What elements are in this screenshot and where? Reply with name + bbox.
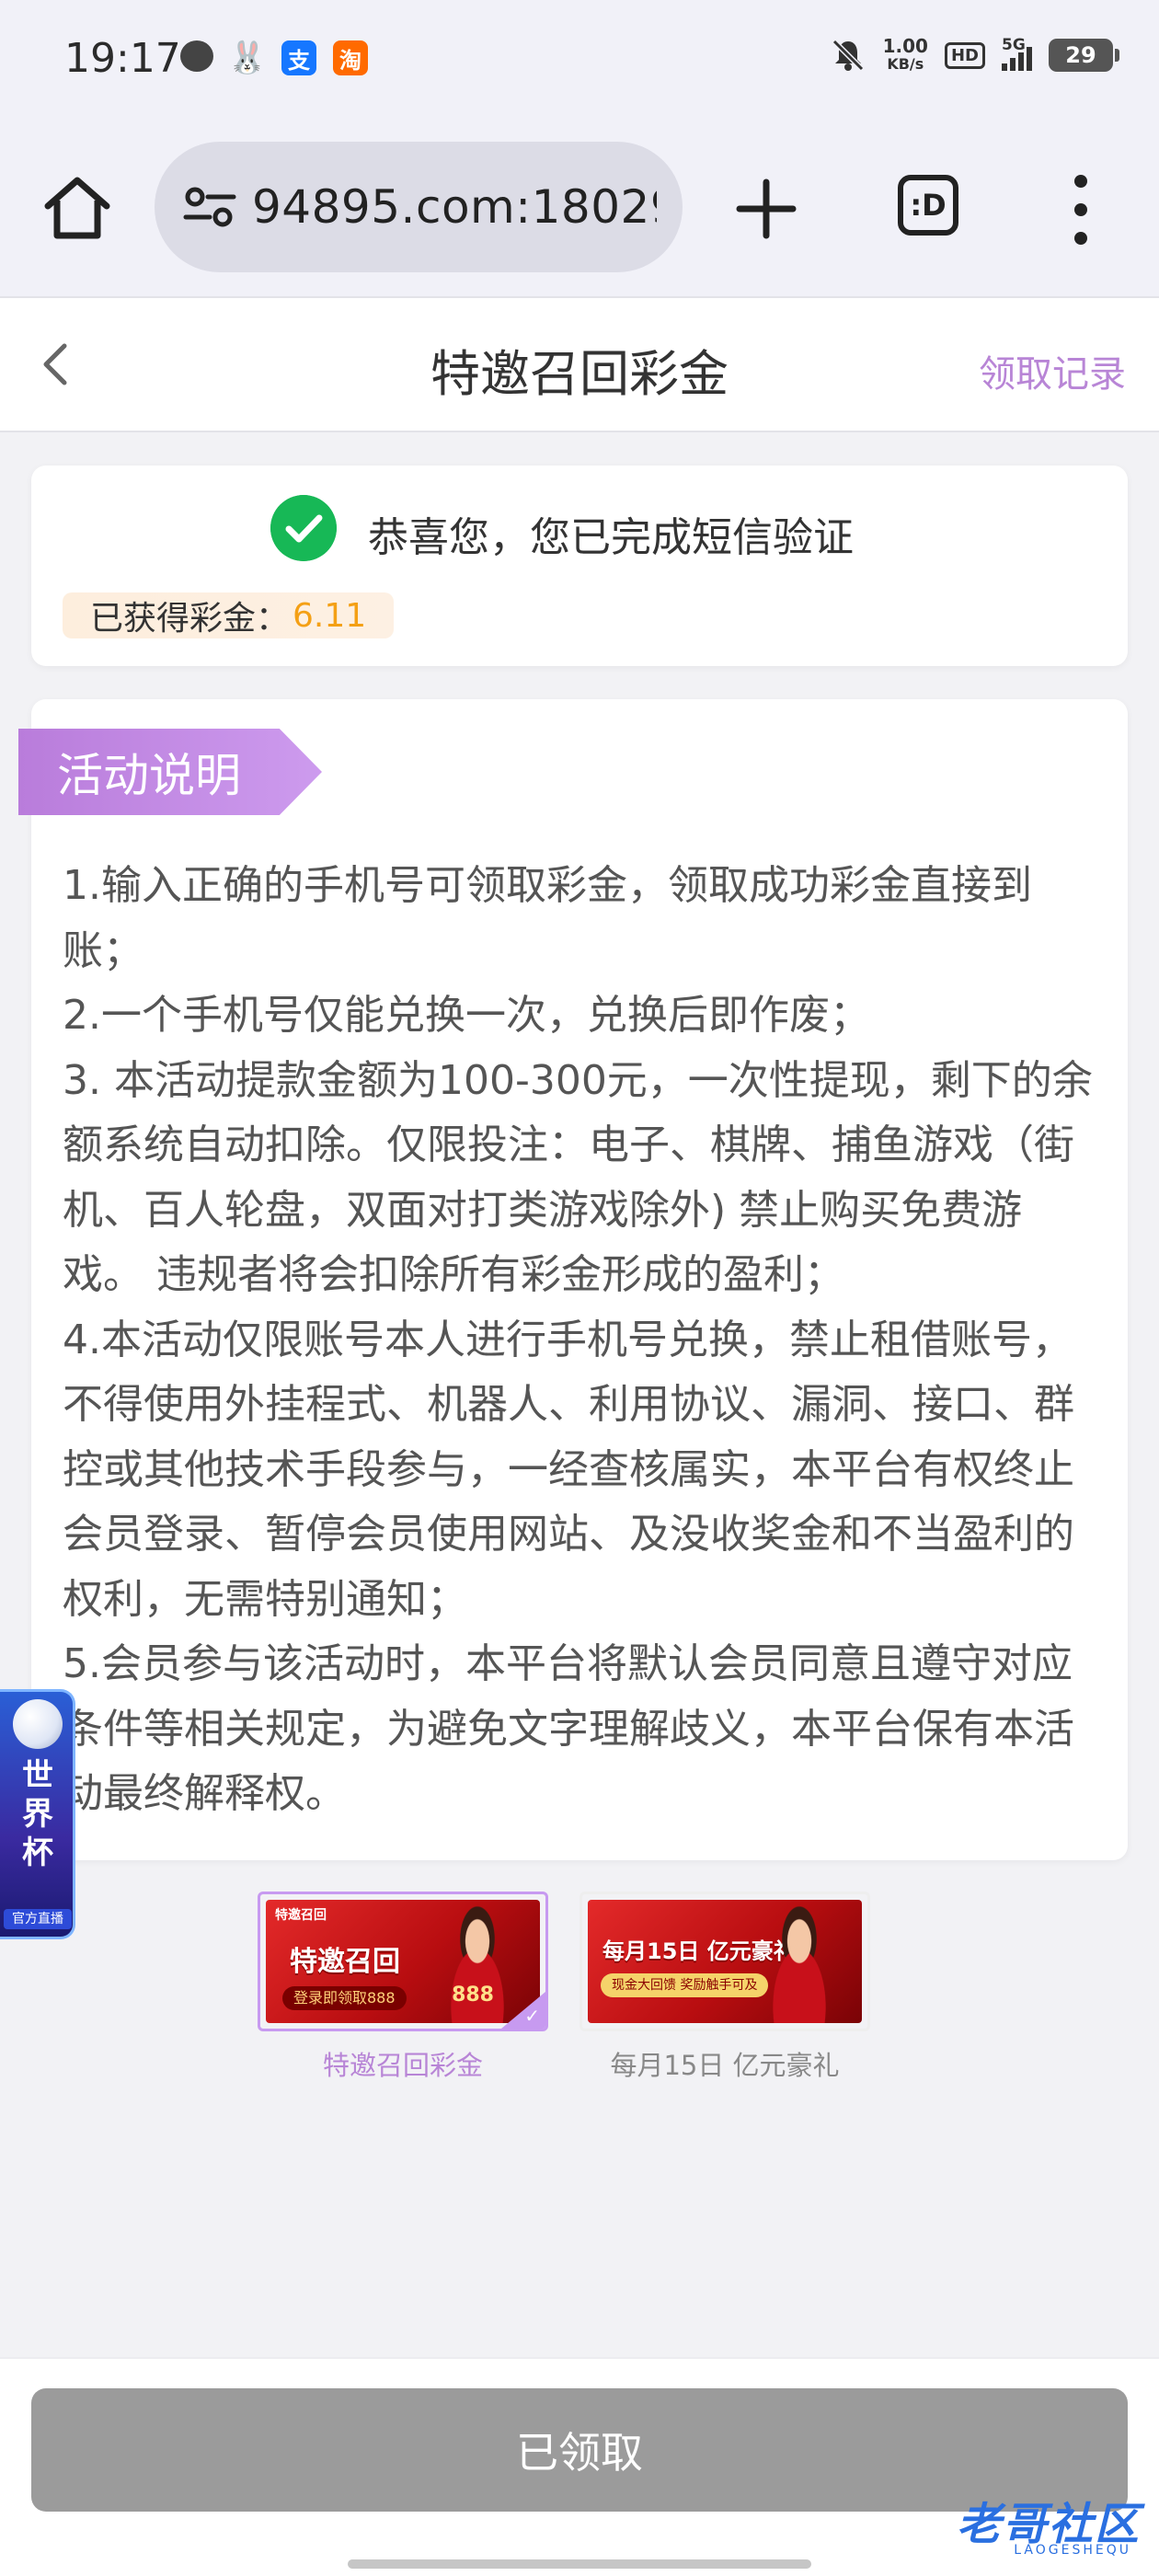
- net-speed-value: 1.00: [882, 35, 928, 57]
- bonus-label: 已获得彩金：: [90, 600, 290, 638]
- promo-card-recall[interactable]: 特邀召回 特邀召回 登录即领取888 888 ✓: [258, 1892, 548, 2031]
- bell-off-icon: [832, 39, 864, 72]
- claim-records-link[interactable]: 领取记录: [979, 344, 1126, 397]
- alipay-icon: 支: [281, 40, 316, 75]
- promo-subtitle: 登录即领取888: [282, 1986, 407, 2010]
- promo-subtitle: 现金大回馈 奖励触手可及: [601, 1973, 769, 1997]
- taobao-icon: 淘: [333, 40, 368, 75]
- url-text[interactable]: 94895.com:18029: [252, 180, 657, 234]
- signal-icon: 5G: [1002, 36, 1032, 71]
- home-icon[interactable]: [40, 171, 114, 245]
- world-cup-label: 世界杯: [22, 1757, 53, 1871]
- battery-icon: 29: [1049, 39, 1119, 72]
- bottom-action-bar: 已领取 老哥社区 LAOGESHEQU: [0, 2357, 1159, 2576]
- site-settings-icon[interactable]: [182, 184, 237, 230]
- soccer-ball-icon: [13, 1699, 63, 1749]
- status-time: 19:17: [64, 35, 181, 82]
- promo-banner-image: 特邀召回 特邀召回 登录即领取888 888: [266, 1900, 540, 2023]
- verification-card: 恭喜您，您已完成短信验证 已获得彩金： 6.11: [31, 466, 1128, 666]
- message-icon: [180, 40, 213, 72]
- rule-item: 3. 本活动提款金额为100-300元，一次性提现，剩下的余额系统自动扣除。仅限…: [63, 1056, 1093, 1299]
- rule-item: 5.会员参与该活动时，本平台将默认会员同意且遵守对应条件等相关规定，为避免文字理…: [63, 1640, 1074, 1817]
- status-bar: 19:17 🐰 支 淘 1.00 KB/s HD 5G 29: [0, 0, 1159, 120]
- official-live-label: 官方直播: [4, 1909, 72, 1929]
- verification-message: 恭喜您，您已完成短信验证: [368, 514, 854, 561]
- hd-badge: HD: [944, 41, 985, 69]
- rules-body: 1.输入正确的手机号可领取彩金，领取成功彩金直接到账； 2.一个手机号仅能兑换一…: [63, 854, 1102, 1827]
- address-bar[interactable]: 94895.com:18029: [155, 142, 683, 272]
- promo-number: 888: [452, 1984, 494, 2007]
- watermark-sub: LAOGESHEQU: [1014, 2543, 1131, 2558]
- promo-card-monthly[interactable]: 每月15日 亿元豪礼 现金大回馈 奖励触手可及: [580, 1892, 870, 2031]
- page-header: 特邀召回彩金 领取记录: [0, 296, 1159, 432]
- bonus-badge: 已获得彩金： 6.11: [63, 592, 395, 638]
- home-indicator[interactable]: [348, 2559, 811, 2569]
- net-speed: 1.00 KB/s: [883, 37, 928, 74]
- notification-icons: 🐰 支 淘: [180, 40, 368, 76]
- status-indicators: 1.00 KB/s HD 5G 29: [830, 36, 1119, 74]
- promo-banner-image: 每月15日 亿元豪礼 现金大回馈 奖励触手可及: [588, 1900, 862, 2023]
- net-speed-unit: KB/s: [887, 55, 924, 73]
- check-circle-icon: [270, 495, 337, 561]
- promo-caption-monthly[interactable]: 每月15日 亿元豪礼: [580, 2044, 870, 2083]
- more-menu-icon[interactable]: [1067, 175, 1095, 245]
- tab-switcher-button[interactable]: :D: [898, 175, 958, 236]
- browser-toolbar: 94895.com:18029 :D: [0, 120, 1159, 296]
- rules-title-ribbon: 活动说明: [18, 729, 322, 815]
- promo-tag: 特邀召回: [275, 1908, 327, 1923]
- rule-item: 2.一个手机号仅能兑换一次，兑换后即作废；: [63, 992, 870, 1039]
- promo-model-image: [753, 1905, 845, 2023]
- rabbit-app-icon: 🐰: [227, 40, 268, 76]
- rule-item: 1.输入正确的手机号可领取彩金，领取成功彩金直接到账；: [63, 862, 1032, 974]
- activity-rules-card: 活动说明 1.输入正确的手机号可领取彩金，领取成功彩金直接到账； 2.一个手机号…: [18, 699, 1128, 1860]
- world-cup-float-button[interactable]: 世界杯 官方直播: [0, 1689, 75, 1939]
- promo-caption-recall[interactable]: 特邀召回彩金: [258, 2044, 548, 2083]
- new-tab-icon[interactable]: [734, 177, 798, 241]
- promo-title: 特邀召回: [290, 1946, 400, 1978]
- network-label: 5G: [1002, 36, 1026, 54]
- bonus-value: 6.11: [293, 596, 367, 635]
- rule-item: 4.本活动仅限账号本人进行手机号兑换，禁止租借账号，不得使用外挂程式、机器人、利…: [63, 1316, 1074, 1623]
